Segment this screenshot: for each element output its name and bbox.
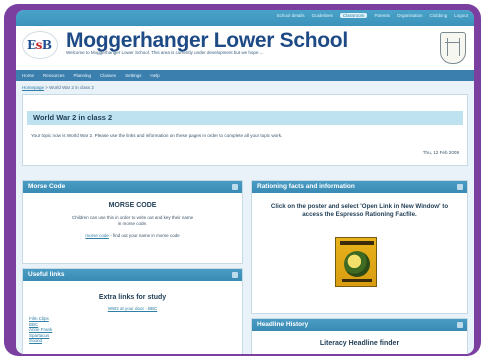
collapse-icon[interactable]	[457, 322, 463, 328]
block-header: Rationing facts and information	[252, 181, 467, 193]
block-title: Rationing facts and information	[257, 183, 355, 190]
block-sublink: WW2 at your door - BBC	[23, 306, 242, 312]
topnav-item[interactable]: Logout	[454, 13, 468, 18]
block-header: Morse Code	[23, 181, 242, 193]
logo-text: EsB	[27, 38, 52, 52]
device-frame: School details Guidelines Classroom Pare…	[4, 4, 481, 356]
block-title: Morse Code	[28, 183, 66, 190]
breadcrumb: Homepage > World War 2 in class 2	[22, 85, 94, 90]
breadcrumb-home-link[interactable]: Homepage	[22, 85, 44, 90]
page-panel: World War 2 in class 2 Your topic now is…	[22, 94, 468, 166]
poster-footer-bar	[342, 279, 372, 282]
useful-links-block: Useful links Extra links for study WW2 a…	[22, 268, 243, 354]
page-date: Thu, 12 Feb 2009	[422, 150, 459, 155]
browser-screen: School details Guidelines Classroom Pare…	[16, 10, 474, 354]
collapse-icon[interactable]	[232, 272, 238, 278]
block-heading: Literacy Headline finder	[319, 340, 400, 347]
ww2-bbc-link[interactable]: WW2 at your door - BBC	[108, 306, 158, 311]
page-title-bar: World War 2 in class 2	[27, 111, 463, 125]
breadcrumb-current: World War 2 in class 2	[49, 85, 94, 90]
menu-item-home[interactable]: Home	[22, 73, 34, 78]
block-text: Click on the poster and select 'Open Lin…	[270, 203, 449, 218]
topnav-item[interactable]: School details	[277, 13, 305, 18]
block-header: Useful links	[23, 269, 242, 281]
poster-title-bar	[340, 241, 374, 245]
topnav-item-active[interactable]: Classroom	[339, 13, 368, 18]
block-text: Children can use this in order to write …	[71, 215, 194, 226]
topnav-item[interactable]: Parents	[374, 13, 390, 18]
block-title: Useful links	[28, 271, 65, 278]
collapse-icon[interactable]	[232, 184, 238, 190]
block-heading: Extra links for study	[98, 294, 167, 301]
top-nav: School details Guidelines Classroom Pare…	[277, 13, 468, 18]
block-heading: MORSE CODE	[108, 202, 157, 209]
list-item[interactable]: Sound	[29, 338, 242, 344]
morse-code-block: Morse Code MORSE CODE Children can use t…	[22, 180, 243, 264]
menu-item-resources[interactable]: Resources	[43, 73, 65, 78]
topnav-item[interactable]: Guidelines	[312, 13, 333, 18]
block-header: Headline History	[252, 319, 467, 331]
school-subtitle: Welcome to Moggerhanger Lower School. Th…	[66, 50, 264, 55]
headline-history-block: Headline History Literacy Headline finde…	[251, 318, 468, 354]
collapse-icon[interactable]	[457, 184, 463, 190]
school-logo[interactable]: EsB	[23, 32, 57, 58]
block-title: Headline History	[257, 321, 309, 328]
main-menu: Home Resources Planning Classes Settings…	[16, 70, 474, 81]
menu-item-help[interactable]: Help	[150, 73, 159, 78]
page-intro: Your topic now is World War 2. Please us…	[31, 133, 283, 138]
topnav-item[interactable]: Clubbing	[429, 13, 447, 18]
menu-item-classes[interactable]: Classes	[100, 73, 116, 78]
topnav-item[interactable]: Organisation	[397, 13, 423, 18]
link-suffix: - find out your name in morse code	[108, 233, 180, 238]
morse-code-link[interactable]: morse code	[85, 233, 109, 238]
rationing-block: Rationing facts and information Click on…	[251, 180, 468, 314]
menu-item-planning[interactable]: Planning	[74, 73, 92, 78]
links-list: Film Clips BBC Anne Frank Spartacus Soun…	[29, 316, 242, 344]
poster-vegetable-icon	[344, 251, 370, 277]
top-utility-bar: School details Guidelines Classroom Pare…	[16, 10, 474, 26]
rationing-poster-image[interactable]	[335, 237, 377, 287]
school-crest-icon	[440, 32, 466, 64]
menu-item-settings[interactable]: Settings	[125, 73, 141, 78]
block-link-line: morse code - find out your name in morse…	[23, 233, 242, 239]
page-title: World War 2 in class 2	[33, 113, 113, 122]
